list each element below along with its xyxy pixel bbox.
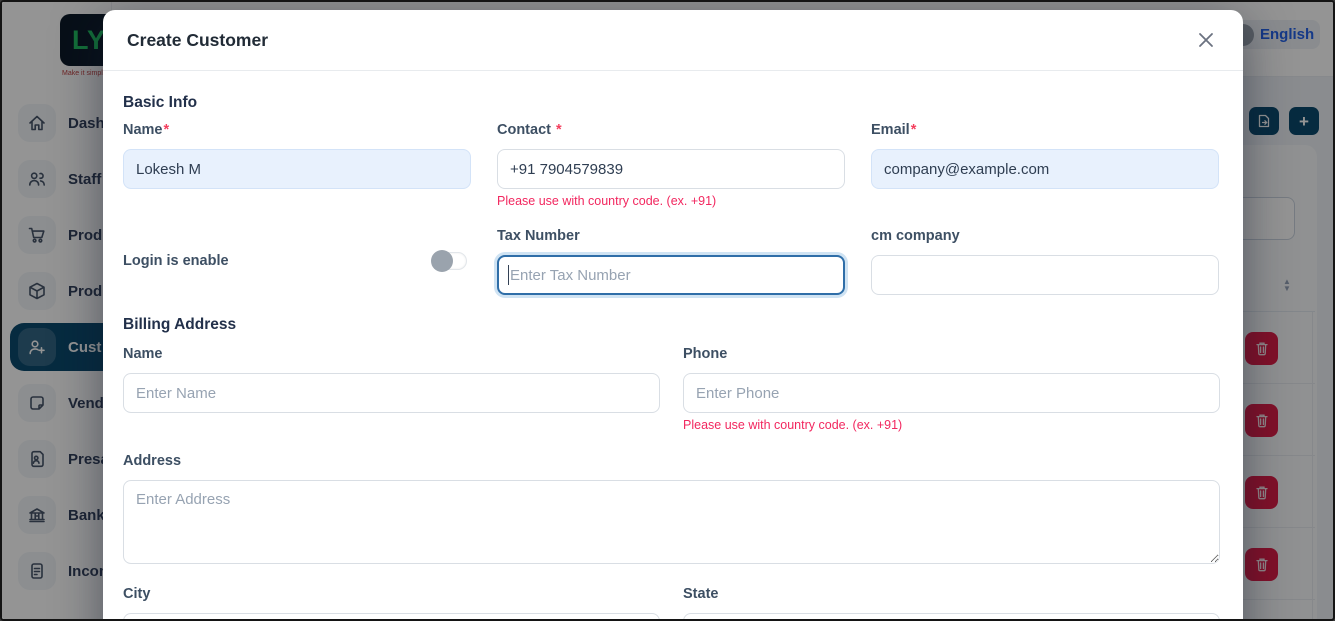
tax-number-input[interactable] xyxy=(497,255,845,295)
billing-phone-label: Phone xyxy=(683,344,1220,364)
state-input[interactable] xyxy=(683,613,1220,621)
tax-number-field-group: Tax Number xyxy=(497,226,845,295)
name-field-group: Name* xyxy=(123,120,471,189)
cm-company-field-group: cm company xyxy=(871,226,1219,295)
close-button[interactable] xyxy=(1195,30,1217,52)
close-icon xyxy=(1196,30,1216,50)
city-input[interactable] xyxy=(123,613,660,621)
contact-input[interactable] xyxy=(497,149,845,189)
billing-name-input[interactable] xyxy=(123,373,660,413)
address-field-group: Address xyxy=(123,451,1220,569)
billing-phone-helper-text: Please use with country code. (ex. +91) xyxy=(683,418,1220,432)
login-enable-label: Login is enable xyxy=(123,253,229,269)
email-field-group: Email* xyxy=(871,120,1219,189)
city-label: City xyxy=(123,584,660,604)
contact-label: Contact* xyxy=(497,120,845,140)
modal-title: Create Customer xyxy=(127,30,268,51)
cm-company-label: cm company xyxy=(871,226,1219,246)
contact-helper-text: Please use with country code. (ex. +91) xyxy=(497,194,845,208)
basic-info-heading: Basic Info xyxy=(123,94,197,112)
billing-name-label: Name xyxy=(123,344,660,364)
text-caret xyxy=(508,265,509,285)
modal-header: Create Customer xyxy=(103,10,1243,71)
name-input[interactable] xyxy=(123,149,471,189)
app-window: English LY Make it simple Dash Staff xyxy=(0,0,1335,621)
state-field-group: State xyxy=(683,584,1220,621)
email-label: Email* xyxy=(871,120,1219,140)
email-input[interactable] xyxy=(871,149,1219,189)
billing-phone-field-group: Phone Please use with country code. (ex.… xyxy=(683,344,1220,432)
tax-number-label: Tax Number xyxy=(497,226,845,246)
billing-address-heading: Billing Address xyxy=(123,316,236,334)
billing-phone-input[interactable] xyxy=(683,373,1220,413)
create-customer-modal: Create Customer Basic Info Name* Contact… xyxy=(103,10,1243,621)
city-field-group: City xyxy=(123,584,660,621)
billing-name-field-group: Name xyxy=(123,344,660,413)
name-label: Name* xyxy=(123,120,471,140)
address-label: Address xyxy=(123,451,1220,471)
login-enable-toggle[interactable] xyxy=(431,251,469,271)
cm-company-input[interactable] xyxy=(871,255,1219,295)
state-label: State xyxy=(683,584,1220,604)
contact-field-group: Contact* Please use with country code. (… xyxy=(497,120,845,208)
address-textarea[interactable] xyxy=(123,480,1220,564)
